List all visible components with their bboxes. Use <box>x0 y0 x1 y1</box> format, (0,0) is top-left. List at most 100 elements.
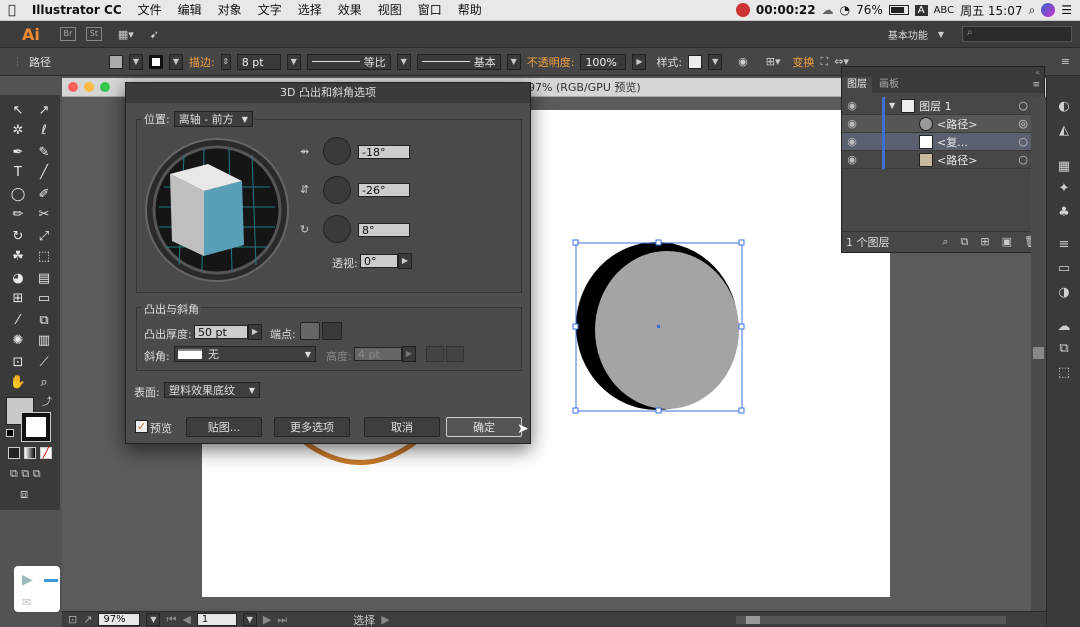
preview-checkbox[interactable]: ✓ <box>135 420 148 433</box>
menu-select[interactable]: 选择 <box>290 0 330 21</box>
layer-row[interactable]: ◉ <复... ○ <box>842 132 1044 151</box>
selection-tool-icon[interactable]: ↖ <box>6 101 30 121</box>
input-method-badge[interactable]: A <box>914 4 928 16</box>
type-tool-icon[interactable]: T <box>6 163 30 183</box>
menu-object[interactable]: 对象 <box>210 0 250 21</box>
last-page-icon[interactable]: ⏭ <box>277 613 287 627</box>
zoom-window-icon[interactable] <box>100 82 110 92</box>
layer-name[interactable]: <路径> <box>937 116 977 132</box>
layer-name[interactable]: <路径> <box>937 152 977 168</box>
expand-arrow-icon[interactable]: ▼ <box>889 101 895 110</box>
symbols-panel-icon[interactable]: ♣ <box>1047 202 1080 224</box>
z-rotation-input[interactable]: 8° <box>358 223 410 237</box>
blend-tool-icon[interactable]: ⧉ <box>32 311 56 331</box>
cap-off-button[interactable] <box>322 322 342 340</box>
minimize-window-icon[interactable] <box>84 82 94 92</box>
swatches-panel-icon[interactable]: ▦ <box>1047 156 1080 178</box>
notification-icon[interactable]: ☰ <box>1061 3 1072 17</box>
transform-link[interactable]: 变换 <box>793 54 815 70</box>
layer-name[interactable]: 图层 1 <box>919 98 952 114</box>
tab-artboards[interactable]: 画板 <box>876 77 902 93</box>
stroke-label[interactable]: 描边: <box>189 54 215 70</box>
recolor-icon[interactable]: ◉ <box>738 55 748 68</box>
battery-icon[interactable] <box>888 5 909 15</box>
bevel-select[interactable]: 无 ▼ <box>174 346 316 362</box>
stroke-color-swatch[interactable] <box>22 413 50 441</box>
rotate-tool-icon[interactable]: ↻ <box>6 227 30 247</box>
properties-panel-icon[interactable]: ◐ <box>1047 96 1080 118</box>
menu-window[interactable]: 窗口 <box>410 0 450 21</box>
visibility-icon[interactable]: ◉ <box>842 99 862 112</box>
default-colors-icon[interactable] <box>6 429 14 437</box>
cap-on-button[interactable] <box>300 322 320 340</box>
record-icon[interactable] <box>735 3 750 17</box>
status-icon[interactable]: ⊡ <box>68 613 77 626</box>
input-method[interactable]: ABC <box>934 5 955 16</box>
chat-icon[interactable]: ✉ <box>22 596 31 609</box>
eyedropper-tool-icon[interactable]: ⁄ <box>6 311 30 331</box>
target-icon[interactable]: ○ <box>1018 99 1028 112</box>
ok-button[interactable]: 确定 <box>446 417 522 437</box>
brushes-panel-icon[interactable]: ✦ <box>1047 178 1080 200</box>
draw-mode-icon[interactable]: ⧉ ⧉ ⧉ <box>10 467 41 481</box>
horizontal-scrollbar[interactable] <box>736 615 1006 624</box>
scissors-tool-icon[interactable]: ✂ <box>32 205 56 225</box>
y-rotation-dial[interactable] <box>323 176 351 204</box>
apple-menu-icon[interactable]:  <box>0 0 24 21</box>
clipping-mask-icon[interactable]: ⧉ <box>961 235 969 249</box>
zoom-dropdown[interactable]: ▼ <box>146 613 161 626</box>
workspace-switcher[interactable]: 基本功能 <box>888 27 928 42</box>
app-menu[interactable]: Illustrator CC <box>24 0 130 21</box>
new-sublayer-icon[interactable]: ⊞ <box>980 235 989 248</box>
panel-menu-icon[interactable]: ≡ <box>1061 55 1070 68</box>
bevel-extent-out-button[interactable] <box>426 346 444 362</box>
arrange-docs-icon[interactable]: ▦▾ <box>118 28 134 41</box>
cancel-button[interactable]: 取消 <box>364 417 440 437</box>
search-input[interactable]: ⌕ <box>962 26 1072 42</box>
none-mode-icon[interactable]: ╱ <box>40 447 52 459</box>
gradient-panel-icon[interactable]: ▭ <box>1047 258 1080 280</box>
panel-menu-icon[interactable]: ≡ <box>1032 80 1040 90</box>
color-mode-icon[interactable] <box>8 447 20 459</box>
vertical-scrollbar[interactable] <box>1031 97 1046 611</box>
map-art-button[interactable]: 贴图... <box>186 417 262 437</box>
share-icon[interactable]: ↗ <box>83 613 92 626</box>
layer-name[interactable]: <复... <box>937 134 968 150</box>
style-dropdown[interactable]: ▼ <box>708 53 723 70</box>
zoom-tool-icon[interactable]: ⌕ <box>32 373 56 393</box>
bevel-extent-in-button[interactable] <box>446 346 464 362</box>
gradient-tool-icon[interactable]: ▭ <box>32 289 56 309</box>
stroke-dropdown[interactable]: ▼ <box>169 53 183 70</box>
sync-icon[interactable]: ➹ <box>150 28 159 41</box>
target-icon[interactable]: ○ <box>1018 153 1028 166</box>
stroke-stepper[interactable]: ⇕ <box>220 53 231 70</box>
new-layer-icon[interactable]: ▣ <box>1002 235 1012 248</box>
depth-slider-button[interactable]: ▶ <box>248 324 262 340</box>
perspective-input[interactable]: 0° <box>360 254 398 268</box>
isolate-icon[interactable]: ⛶ <box>821 55 829 69</box>
stock-button[interactable]: St <box>85 27 102 41</box>
color-guide-panel-icon[interactable]: ◭ <box>1047 120 1080 142</box>
shape-builder-tool-icon[interactable]: ◕ <box>6 269 30 289</box>
opacity-label[interactable]: 不透明度: <box>527 54 575 70</box>
target-icon[interactable]: ◎ <box>1018 117 1028 130</box>
perspective-grid-tool-icon[interactable]: ▤ <box>32 269 56 289</box>
first-page-icon[interactable]: ⏮ <box>166 613 176 627</box>
libraries-panel-icon[interactable]: ☁ <box>1047 316 1080 338</box>
fill-swatch[interactable] <box>109 54 123 69</box>
graph-tool-icon[interactable]: ▥ <box>32 331 56 351</box>
profile-dropdown[interactable]: ▼ <box>396 53 411 70</box>
artboard-tool-icon[interactable]: ⊡ <box>6 353 30 373</box>
menu-type[interactable]: 文字 <box>250 0 290 21</box>
status-menu-icon[interactable]: ▶ <box>381 613 389 626</box>
screen-mode-icon[interactable]: ⧈ <box>20 487 28 502</box>
artboards-panel-icon[interactable]: ⧉ <box>1047 338 1080 360</box>
free-transform-tool-icon[interactable]: ⬚ <box>32 247 56 267</box>
transparency-panel-icon[interactable]: ◑ <box>1047 282 1080 304</box>
vertical-scroll-thumb[interactable] <box>1033 347 1044 359</box>
pen-tool-icon[interactable]: ✒ <box>6 143 30 163</box>
curvature-tool-icon[interactable]: ✎ <box>32 143 56 163</box>
height-input[interactable]: 4 pt <box>354 347 402 361</box>
scale-tool-icon[interactable]: ⤢ <box>32 227 56 247</box>
brush-select[interactable]: 基本 <box>416 53 501 70</box>
